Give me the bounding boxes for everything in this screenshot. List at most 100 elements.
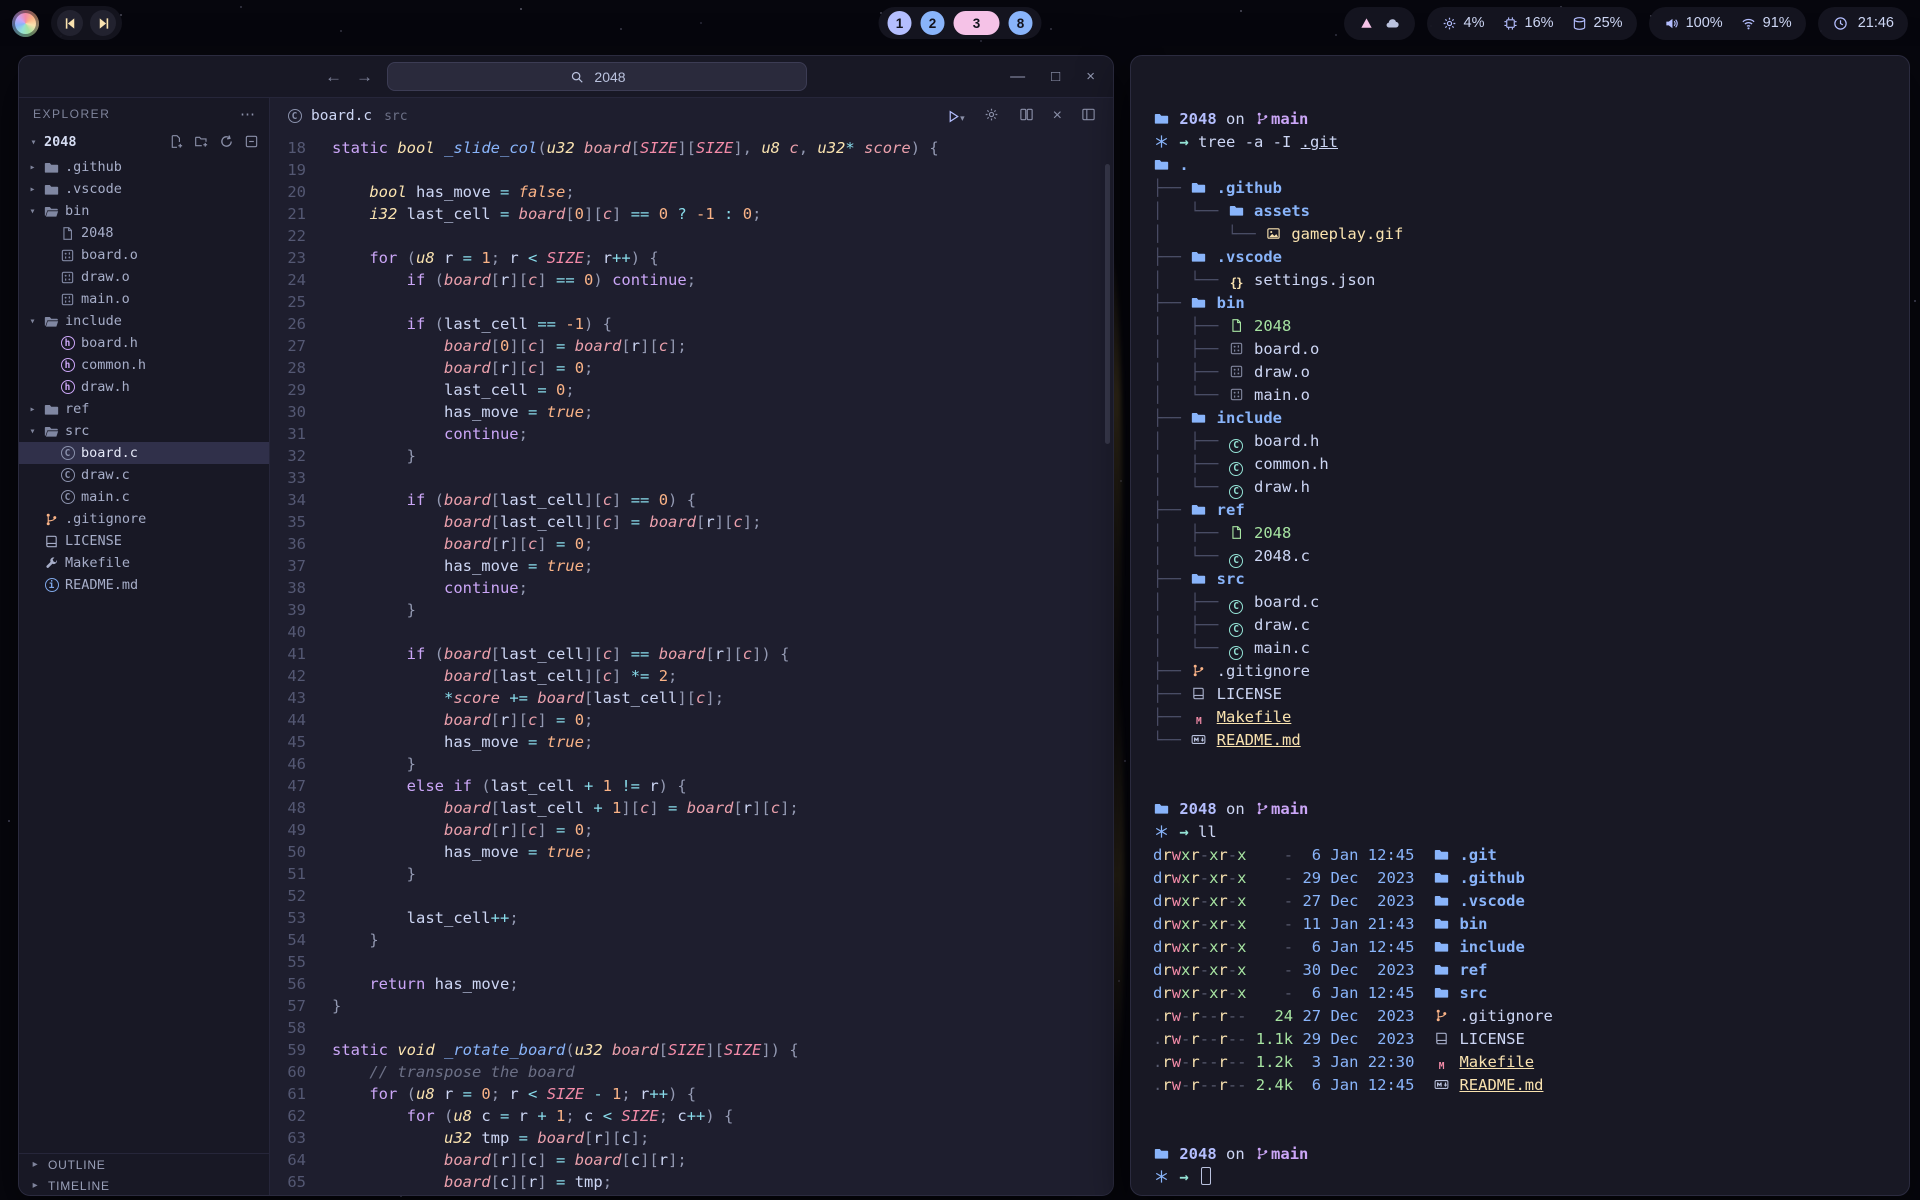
outline-panel[interactable]: ▸OUTLINE: [19, 1154, 269, 1175]
code-line-54: 54 }: [270, 929, 1113, 951]
tree-row-.github: ├── .github: [1153, 177, 1891, 200]
close-editor-button[interactable]: ×: [1053, 107, 1062, 125]
explorer-item-LICENSE[interactable]: LICENSE: [19, 530, 269, 552]
code-line-18: 18static bool _slide_col(u32 board[SIZE]…: [270, 137, 1113, 159]
folder-icon: [1228, 203, 1245, 218]
explorer-item-README.md[interactable]: iREADME.md: [19, 574, 269, 596]
explorer-item-draw.o[interactable]: draw.o: [19, 266, 269, 288]
explorer-item-Makefile[interactable]: Makefile: [19, 552, 269, 574]
c-icon: C: [1228, 438, 1245, 453]
forward-button[interactable]: →: [356, 68, 373, 85]
line-number: 34: [270, 489, 332, 511]
media-next-button[interactable]: [90, 10, 116, 36]
explorer-item-board.o[interactable]: board.o: [19, 244, 269, 266]
system-stats-widget[interactable]: 4% 16% 25%: [1427, 7, 1637, 40]
tab-board.c[interactable]: C board.c src: [286, 108, 408, 124]
image-icon: [1265, 226, 1282, 241]
code-line-59: 59static void _rotate_board(u32 board[SI…: [270, 1039, 1113, 1061]
code-line-44: 44 board[r][c] = 0;: [270, 709, 1113, 731]
c-icon: C: [59, 446, 76, 461]
code-line-45: 45 has_move = true;: [270, 731, 1113, 753]
project-root[interactable]: ▾ 2048: [19, 130, 269, 154]
editor-window: ← → 2048 — □ × EXPLORER ⋯ ▾ 2048: [18, 55, 1114, 1196]
workspace-3[interactable]: 3: [954, 11, 1000, 35]
explorer-item-draw.c[interactable]: Cdraw.c: [19, 464, 269, 486]
chevron-down-icon: ▾: [960, 113, 965, 124]
wrench-icon: [43, 556, 60, 571]
explorer-item-include[interactable]: ▾include: [19, 310, 269, 332]
collapse-all-icon: [243, 134, 260, 149]
explorer-item-board.c[interactable]: Cboard.c: [19, 442, 269, 464]
settings-button[interactable]: [983, 107, 1000, 125]
chevron-icon: ▸: [27, 404, 38, 415]
code-line-32: 32 }: [270, 445, 1113, 467]
timeline-panel[interactable]: ▸TIMELINE: [19, 1175, 269, 1196]
code-line-50: 50 has_move = true;: [270, 841, 1113, 863]
collapse-folders-button[interactable]: [243, 134, 260, 151]
nix-snowflake-icon: [1153, 1169, 1170, 1184]
folder-icon: [1433, 893, 1450, 908]
code-line-42: 42 board[last_cell][c] *= 2;: [270, 665, 1113, 687]
code-line-29: 29 last_cell = 0;: [270, 379, 1113, 401]
split-editor-button[interactable]: [1018, 107, 1035, 125]
editor-scrollbar[interactable]: [1105, 164, 1110, 444]
folder-icon: [1153, 157, 1170, 172]
explorer-item-draw.h[interactable]: hdraw.h: [19, 376, 269, 398]
explorer-item-ref[interactable]: ▸ref: [19, 398, 269, 420]
maximize-button[interactable]: □: [1051, 68, 1060, 85]
c-icon: C: [59, 490, 76, 505]
close-button[interactable]: ×: [1086, 68, 1095, 85]
code-editor[interactable]: 18static bool _slide_col(u32 board[SIZE]…: [270, 134, 1113, 1196]
media-prev-button[interactable]: [57, 10, 83, 36]
code-line-63: 63 u32 tmp = board[r][c];: [270, 1127, 1113, 1149]
explorer-item-.vscode[interactable]: ▸.vscode: [19, 178, 269, 200]
folder-icon: [1190, 502, 1207, 517]
editor-titlebar[interactable]: ← → 2048 — □ ×: [19, 56, 1113, 98]
run-button[interactable]: ▾: [945, 109, 965, 124]
explorer-item-main.c[interactable]: Cmain.c: [19, 486, 269, 508]
line-number: 57: [270, 995, 332, 1017]
tree-row-draw.h: │ └── C draw.h: [1153, 476, 1891, 499]
folder-icon: [1190, 295, 1207, 310]
new-folder-button[interactable]: [193, 134, 210, 151]
line-number: 46: [270, 753, 332, 775]
code-line-48: 48 board[last_cell + 1][c] = board[r][c]…: [270, 797, 1113, 819]
explorer-item-.gitignore[interactable]: .gitignore: [19, 508, 269, 530]
search-value: 2048: [594, 69, 625, 85]
back-button[interactable]: ←: [325, 68, 342, 85]
layout-button[interactable]: [1080, 107, 1097, 125]
tree-row-.gitignore: ├── .gitignore: [1153, 660, 1891, 683]
explorer-item-common.h[interactable]: hcommon.h: [19, 354, 269, 376]
audio-network-widget[interactable]: 100% 91%: [1649, 7, 1806, 40]
workspace-8[interactable]: 8: [1009, 11, 1033, 35]
minimize-button[interactable]: —: [1010, 68, 1025, 85]
book-icon: [43, 534, 60, 549]
terminal-window[interactable]: 2048 on main → tree -a -I .git .├── .git…: [1130, 55, 1910, 1196]
line-number: 48: [270, 797, 332, 819]
code-line-28: 28 board[r][c] = 0;: [270, 357, 1113, 379]
explorer-item-board.h[interactable]: hboard.h: [19, 332, 269, 354]
refresh-icon: [218, 134, 235, 149]
line-number: 49: [270, 819, 332, 841]
explorer-more-button[interactable]: ⋯: [240, 105, 255, 123]
refresh-explorer-button[interactable]: [218, 134, 235, 151]
weather-widget[interactable]: [1344, 7, 1415, 40]
explorer-item-.github[interactable]: ▸.github: [19, 156, 269, 178]
folderOpen-icon: [43, 314, 60, 329]
clock-widget[interactable]: 21:46: [1818, 7, 1908, 40]
explorer-item-2048[interactable]: 2048: [19, 222, 269, 244]
line-number: 26: [270, 313, 332, 335]
workspace-2[interactable]: 2: [921, 11, 945, 35]
wifi-value: 91%: [1763, 15, 1792, 31]
explorer-item-src[interactable]: ▾src: [19, 420, 269, 442]
folder-icon: [1190, 571, 1207, 586]
app-launcher-icon[interactable]: [12, 10, 39, 37]
new-file-button[interactable]: [168, 134, 185, 151]
search-input[interactable]: 2048: [387, 62, 807, 91]
explorer-item-main.o[interactable]: main.o: [19, 288, 269, 310]
explorer-item-bin[interactable]: ▾bin: [19, 200, 269, 222]
code-line-58: 58: [270, 1017, 1113, 1039]
workspace-1[interactable]: 1: [888, 11, 912, 35]
line-number: 38: [270, 577, 332, 599]
line-number: 28: [270, 357, 332, 379]
